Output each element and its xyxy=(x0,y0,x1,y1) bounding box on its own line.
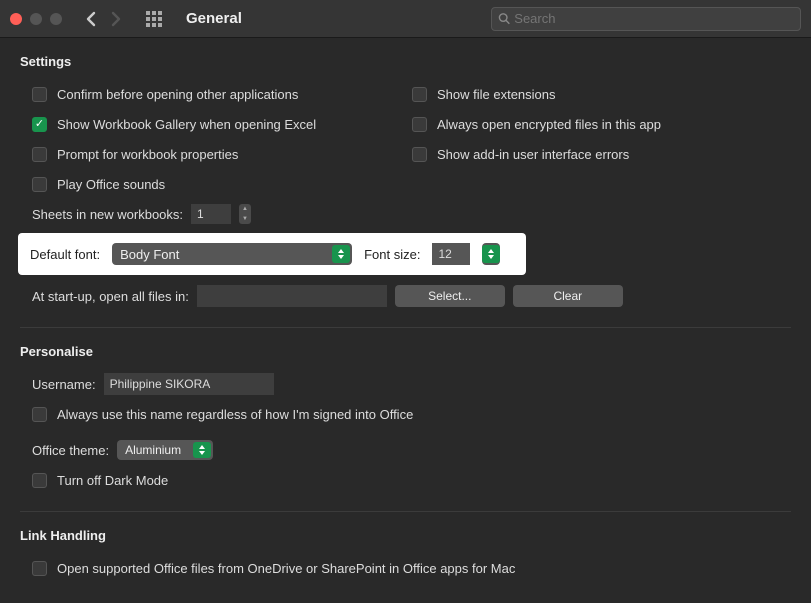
back-button[interactable] xyxy=(82,10,100,28)
confirm-open-checkbox[interactable] xyxy=(32,87,47,102)
default-font-select[interactable]: Body Font xyxy=(112,243,352,265)
font-size-stepper[interactable] xyxy=(482,243,500,265)
show-gallery-label: Show Workbook Gallery when opening Excel xyxy=(57,117,316,132)
theme-label: Office theme: xyxy=(32,443,109,458)
font-size-label: Font size: xyxy=(364,247,420,262)
personalise-heading: Personalise xyxy=(20,344,791,359)
show-addin-errors-checkbox[interactable] xyxy=(412,147,427,162)
confirm-open-label: Confirm before opening other application… xyxy=(57,87,298,102)
default-font-value: Body Font xyxy=(120,247,179,262)
select-arrows-icon xyxy=(482,245,500,263)
open-supported-label: Open supported Office files from OneDriv… xyxy=(57,561,515,576)
default-font-label: Default font: xyxy=(30,247,100,262)
show-ext-label: Show file extensions xyxy=(437,87,556,102)
prompt-props-checkbox[interactable] xyxy=(32,147,47,162)
startup-label: At start-up, open all files in: xyxy=(32,289,189,304)
search-icon xyxy=(498,12,510,25)
prompt-props-label: Prompt for workbook properties xyxy=(57,147,238,162)
show-gallery-checkbox[interactable] xyxy=(32,117,47,132)
theme-value: Aluminium xyxy=(125,443,181,457)
search-field[interactable] xyxy=(491,7,801,31)
theme-select[interactable]: Aluminium xyxy=(117,440,213,460)
sheets-label: Sheets in new workbooks: xyxy=(32,207,183,222)
font-size-input[interactable] xyxy=(432,243,470,265)
turn-off-dark-label: Turn off Dark Mode xyxy=(57,473,168,488)
play-sounds-label: Play Office sounds xyxy=(57,177,165,192)
turn-off-dark-checkbox[interactable] xyxy=(32,473,47,488)
play-sounds-checkbox[interactable] xyxy=(32,177,47,192)
startup-path-input[interactable] xyxy=(197,285,387,307)
sheets-input[interactable] xyxy=(191,204,231,224)
default-font-highlight: Default font: Body Font Font size: xyxy=(18,233,526,275)
settings-heading: Settings xyxy=(20,54,791,69)
always-open-encrypted-label: Always open encrypted files in this app xyxy=(437,117,661,132)
window-controls xyxy=(10,13,62,25)
select-arrows-icon xyxy=(193,442,211,458)
clear-button[interactable]: Clear xyxy=(513,285,623,307)
zoom-window-button[interactable] xyxy=(50,13,62,25)
always-use-name-checkbox[interactable] xyxy=(32,407,47,422)
username-input[interactable] xyxy=(104,373,274,395)
nav-arrows xyxy=(82,10,124,28)
always-use-name-label: Always use this name regardless of how I… xyxy=(57,407,413,422)
forward-button[interactable] xyxy=(106,10,124,28)
close-window-button[interactable] xyxy=(10,13,22,25)
show-addin-errors-label: Show add-in user interface errors xyxy=(437,147,629,162)
always-open-encrypted-checkbox[interactable] xyxy=(412,117,427,132)
page-title: General xyxy=(186,10,242,27)
select-arrows-icon xyxy=(332,245,350,263)
show-ext-checkbox[interactable] xyxy=(412,87,427,102)
select-button[interactable]: Select... xyxy=(395,285,505,307)
chevron-up-icon: ▲ xyxy=(239,204,251,214)
username-label: Username: xyxy=(32,377,96,392)
chevron-down-icon: ▼ xyxy=(239,214,251,224)
sheets-stepper[interactable]: ▲▼ xyxy=(239,204,251,224)
open-supported-checkbox[interactable] xyxy=(32,561,47,576)
show-all-button[interactable] xyxy=(146,11,162,27)
titlebar: General xyxy=(0,0,811,38)
minimize-window-button[interactable] xyxy=(30,13,42,25)
link-handling-heading: Link Handling xyxy=(20,528,791,543)
search-input[interactable] xyxy=(514,11,794,26)
